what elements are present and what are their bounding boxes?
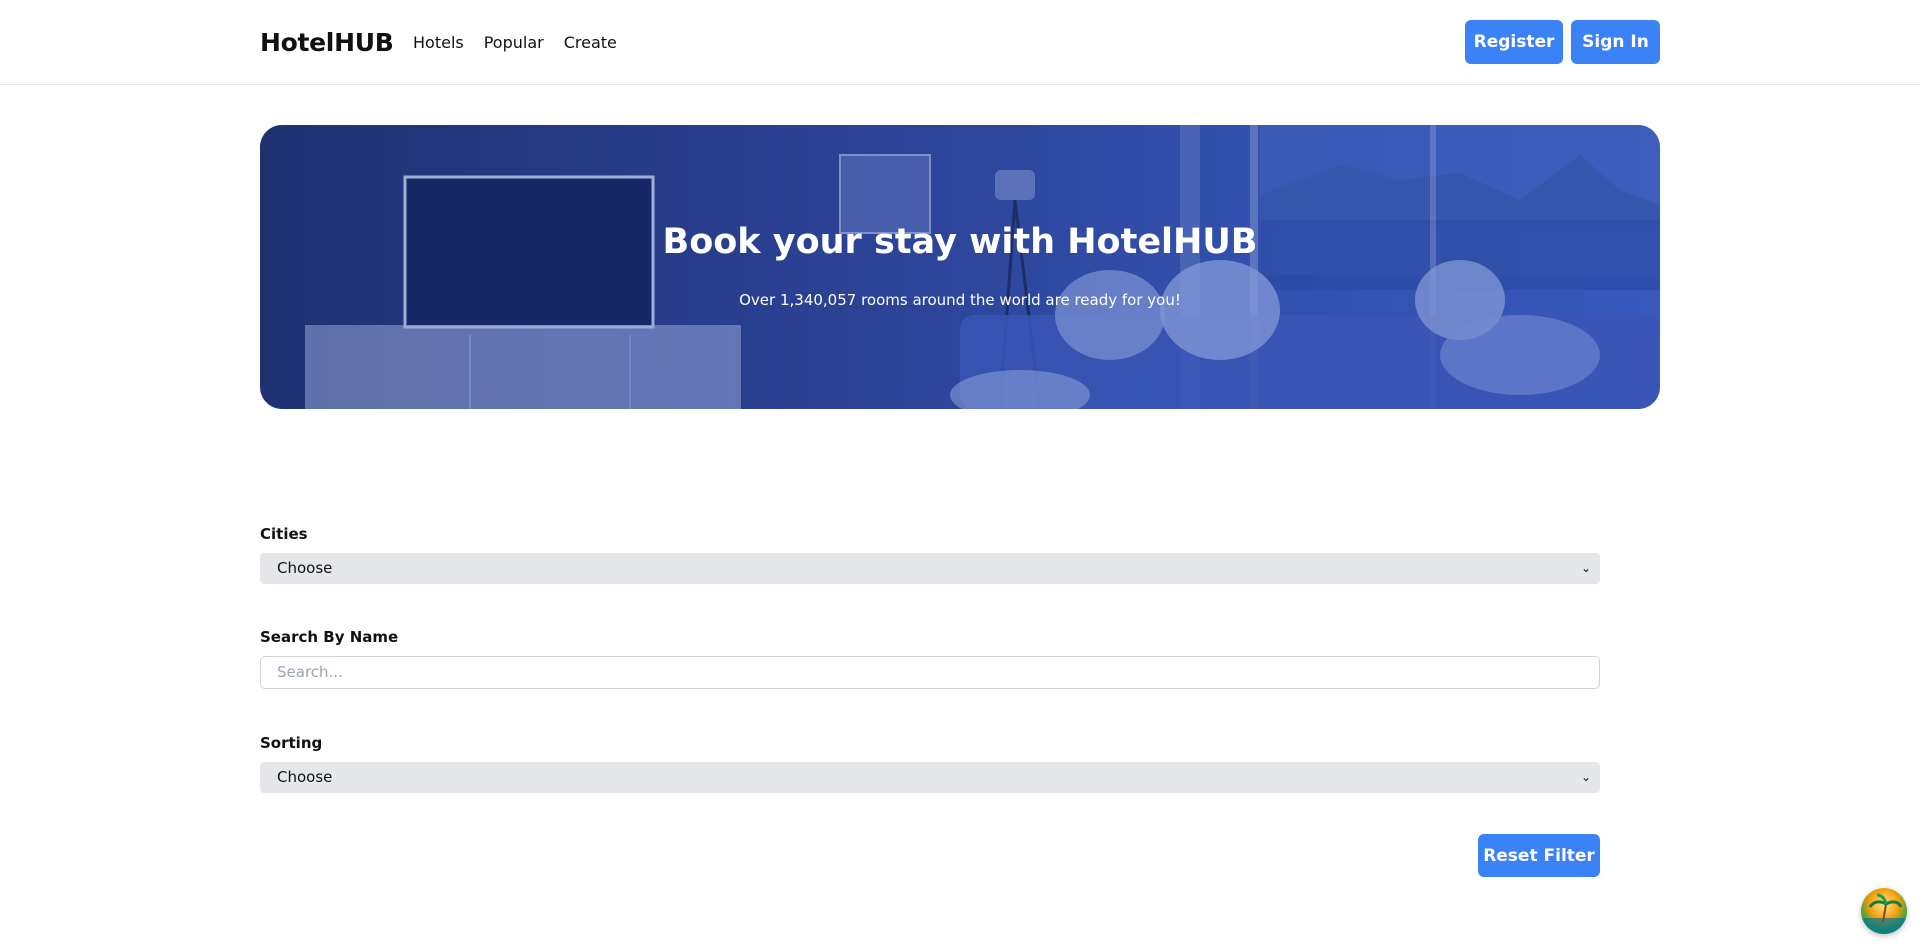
search-input[interactable]: Search...	[260, 656, 1600, 689]
sorting-select[interactable]: Choose ⌄	[260, 762, 1600, 793]
hero-overlay	[260, 125, 1660, 409]
hero-title: Book your stay with HotelHUB	[662, 222, 1258, 262]
main-nav: Hotels Popular Create	[413, 33, 617, 52]
search-label: Search By Name	[260, 628, 399, 646]
nav-create[interactable]: Create	[564, 33, 617, 52]
nav-popular[interactable]: Popular	[484, 33, 544, 52]
palm-tree-icon	[1861, 893, 1907, 934]
cities-select[interactable]: Choose ⌄	[260, 553, 1600, 584]
sign-in-button[interactable]: Sign In	[1571, 20, 1660, 64]
cities-select-value: Choose	[277, 559, 333, 577]
chevron-down-icon: ⌄	[1580, 770, 1591, 784]
hero-subtitle: Over 1,340,057 rooms around the world ar…	[739, 291, 1181, 309]
site-header: HotelHUB Hotels Popular Create Register …	[0, 0, 1920, 85]
cities-label: Cities	[260, 525, 308, 543]
sorting-select-value: Choose	[277, 768, 333, 786]
nav-hotels[interactable]: Hotels	[413, 33, 464, 52]
reset-filter-button[interactable]: Reset Filter	[1478, 834, 1600, 877]
chevron-down-icon: ⌄	[1580, 561, 1591, 575]
sorting-label: Sorting	[260, 734, 323, 752]
site-logo[interactable]: HotelHUB	[260, 28, 394, 57]
register-button[interactable]: Register	[1465, 20, 1563, 64]
assistant-avatar-icon[interactable]	[1861, 888, 1907, 934]
hero-banner: Book your stay with HotelHUB Over 1,340,…	[260, 125, 1660, 409]
